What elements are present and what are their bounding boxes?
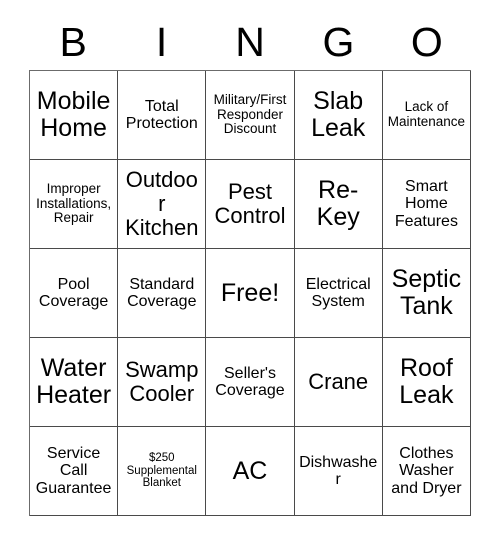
bingo-cell-label: Pool Coverage bbox=[38, 275, 109, 310]
bingo-cell-label: Roof Leak bbox=[399, 354, 454, 409]
bingo-cell[interactable]: Outdoor Kitchen bbox=[118, 160, 207, 249]
bingo-cell[interactable]: Clothes Washer and Dryer bbox=[382, 427, 471, 516]
bingo-cell[interactable]: Mobile Home bbox=[30, 71, 119, 160]
bingo-cell-label: Crane bbox=[308, 369, 369, 395]
bingo-cell-label: Lack of Maintenance bbox=[387, 99, 466, 129]
bingo-cell-label: Septic Tank bbox=[391, 265, 462, 320]
bingo-cell[interactable]: Pest Control bbox=[206, 160, 295, 249]
header-letter-n: N bbox=[235, 18, 265, 65]
bingo-cell[interactable]: Smart Home Features bbox=[382, 160, 471, 249]
bingo-cell-label: Outdoor Kitchen bbox=[125, 167, 199, 240]
bingo-cell-label: Dishwasher bbox=[299, 453, 378, 488]
bingo-cell[interactable]: Electrical System bbox=[294, 249, 383, 338]
bingo-cell-label: AC bbox=[232, 456, 268, 485]
bingo-cell-label: Seller's Coverage bbox=[215, 364, 285, 399]
bingo-cell[interactable]: Water Heater bbox=[30, 338, 119, 427]
bingo-cell-label: Mobile Home bbox=[36, 87, 111, 142]
bingo-cell-label: Military/First Responder Discount bbox=[213, 92, 287, 137]
bingo-cell[interactable]: Slab Leak bbox=[294, 71, 383, 160]
bingo-cell[interactable]: Dishwasher bbox=[294, 427, 383, 516]
bingo-cell[interactable]: Standard Coverage bbox=[118, 249, 207, 338]
bingo-cell[interactable]: AC bbox=[206, 427, 295, 516]
bingo-cell-label: Standard Coverage bbox=[127, 275, 197, 310]
bingo-grid: Mobile Home Total Protection Military/Firs… bbox=[29, 70, 471, 516]
bingo-cell-label: Slab Leak bbox=[311, 87, 366, 142]
bingo-cell[interactable]: Crane bbox=[294, 338, 383, 427]
header-letter-g: G bbox=[322, 18, 355, 65]
bingo-cell-label: Improper Installations, Repair bbox=[36, 181, 112, 226]
bingo-cell[interactable]: Septic Tank bbox=[382, 249, 471, 338]
bingo-cell-label: Swamp Cooler bbox=[125, 357, 199, 406]
bingo-header-row: B I N G O bbox=[29, 14, 471, 70]
bingo-card: B I N G O Mobile Home Total Protection Mil… bbox=[29, 14, 471, 516]
bingo-cell-label: Clothes Washer and Dryer bbox=[391, 445, 462, 497]
bingo-cell-label: Service Call Guarantee bbox=[35, 445, 112, 497]
bingo-cell-label: Electrical System bbox=[305, 275, 371, 310]
bingo-cell[interactable]: Lack of Maintenance bbox=[382, 71, 471, 160]
bingo-cell-label: Pest Control bbox=[214, 179, 286, 228]
bingo-cell-label: Total Protection bbox=[125, 97, 198, 132]
bingo-cell[interactable]: Military/First Responder Discount bbox=[206, 71, 295, 160]
bingo-cell[interactable]: Service Call Guarantee bbox=[30, 427, 119, 516]
bingo-cell[interactable]: Improper Installations, Repair bbox=[30, 160, 119, 249]
header-letter-i: I bbox=[155, 18, 168, 65]
bingo-cell[interactable]: Re-Key bbox=[294, 160, 383, 249]
header-letter-b: B bbox=[59, 18, 87, 65]
bingo-cell[interactable]: Swamp Cooler bbox=[118, 338, 207, 427]
bingo-cell[interactable]: $250 Supplemental Blanket bbox=[118, 427, 207, 516]
bingo-cell-label: $250 Supplemental Blanket bbox=[126, 452, 197, 490]
bingo-cell-free-space[interactable]: Free! bbox=[206, 249, 295, 338]
bingo-cell[interactable]: Pool Coverage bbox=[30, 249, 119, 338]
header-letter-o: O bbox=[410, 18, 443, 65]
bingo-cell-label: Water Heater bbox=[36, 354, 112, 409]
bingo-cell-label: Re-Key bbox=[316, 176, 360, 231]
bingo-cell[interactable]: Total Protection bbox=[118, 71, 207, 160]
bingo-cell[interactable]: Roof Leak bbox=[382, 338, 471, 427]
bingo-cell-label: Smart Home Features bbox=[394, 178, 458, 230]
bingo-cell[interactable]: Seller's Coverage bbox=[206, 338, 295, 427]
bingo-cell-label: Free! bbox=[220, 278, 280, 307]
